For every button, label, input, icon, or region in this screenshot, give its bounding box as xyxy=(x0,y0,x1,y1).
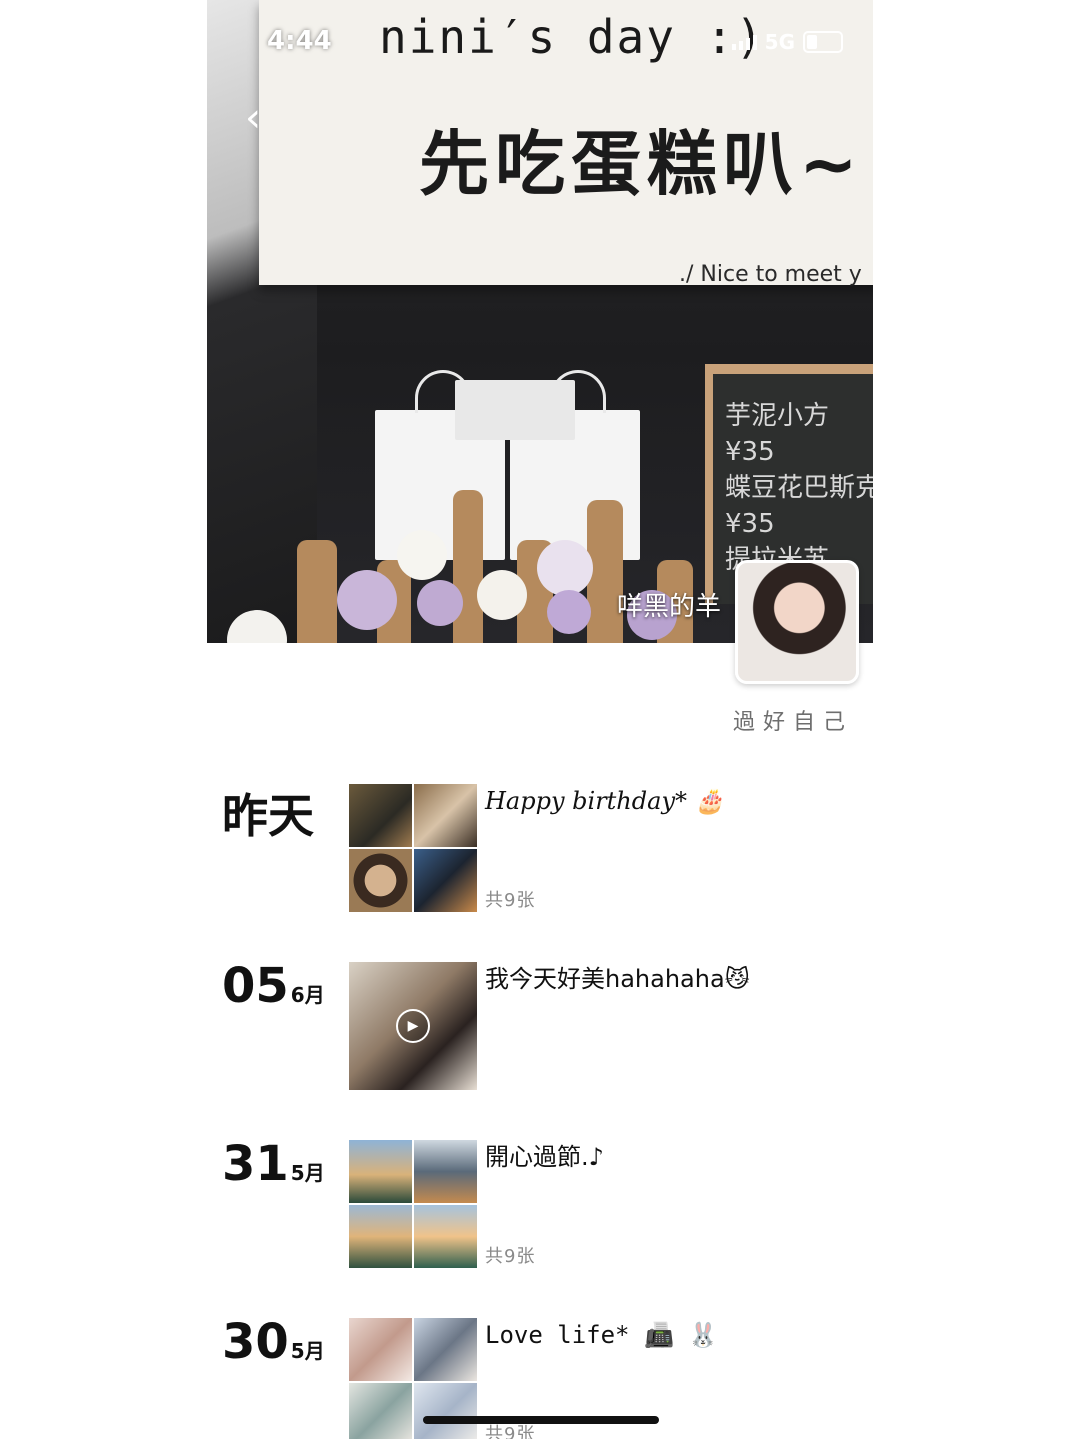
entry-date: 05 6月 xyxy=(222,958,325,1014)
play-icon[interactable]: ▶ xyxy=(396,1009,430,1043)
photo-thumbnail[interactable] xyxy=(414,1318,477,1381)
photo-thumbnail[interactable] xyxy=(349,1383,412,1439)
flower xyxy=(397,530,447,580)
video-thumbnail[interactable]: ▶ xyxy=(349,962,477,1090)
photo-thumbnail[interactable] xyxy=(414,1140,477,1203)
photo-count: 共9张 xyxy=(485,1246,536,1267)
entry-caption: Happy birthday* 🎂 xyxy=(485,787,725,815)
flower xyxy=(547,590,591,634)
entry-month: 5月 xyxy=(290,1339,325,1363)
entry-date: 30 5月 xyxy=(222,1314,325,1370)
entry-date: 31 5月 xyxy=(222,1136,325,1192)
banner-text: 先吃蛋糕叭~ xyxy=(419,123,864,205)
photo-thumbnail[interactable] xyxy=(349,1318,412,1381)
back-icon[interactable]: ‹ xyxy=(231,96,275,140)
gift-bag xyxy=(455,380,575,440)
photo-thumbnail[interactable] xyxy=(414,1205,477,1268)
photo-thumbnail[interactable] xyxy=(349,1140,412,1203)
photo-thumbnail[interactable] xyxy=(414,784,477,847)
profile-page: nini′s day :) 先吃蛋糕叭~ ./ Nice to meet y 芋… xyxy=(207,0,873,1439)
status-time: 4:44 xyxy=(267,26,332,56)
home-indicator[interactable] xyxy=(423,1416,659,1424)
photo-thumbnail[interactable] xyxy=(349,784,412,847)
photo-thumbnail[interactable] xyxy=(349,849,412,912)
entry-date: 昨天 xyxy=(222,789,314,843)
entry-month: 5月 xyxy=(290,1161,325,1185)
flower xyxy=(227,610,287,643)
network-type: 5G xyxy=(764,30,795,54)
profile-signature: 過好自己 xyxy=(732,710,853,735)
avatar[interactable] xyxy=(735,560,859,684)
photo-thumbnail[interactable] xyxy=(414,1383,477,1439)
photo-grid[interactable] xyxy=(349,784,477,912)
flower xyxy=(477,570,527,620)
entry-day: 30 xyxy=(222,1314,289,1370)
photo-count: 共9张 xyxy=(485,890,536,911)
photo-thumbnail[interactable] xyxy=(349,1205,412,1268)
entry-caption: 我今天好美hahahaha😼 xyxy=(485,965,750,993)
chalkboard-text: 芋泥小方 ¥35 蝶豆花巴斯克 ¥35 提拉米苏 xyxy=(725,401,873,575)
banner-title: nini′s day :) xyxy=(379,10,766,64)
entry-day: 31 xyxy=(222,1136,289,1192)
entry-caption: 開心過節.♪ xyxy=(485,1143,604,1171)
flower xyxy=(537,540,593,596)
entry-caption: Love life* 📠 🐰 xyxy=(485,1321,719,1349)
cake-stand xyxy=(453,490,483,643)
username: 咩黑的羊 xyxy=(616,592,721,622)
battery-icon xyxy=(803,31,843,53)
entry-day: 05 xyxy=(222,958,289,1014)
flower xyxy=(337,570,397,630)
cake-stand xyxy=(297,540,337,643)
banner-subtext: ./ Nice to meet y xyxy=(679,262,862,287)
status-indicators: 5G xyxy=(731,30,843,54)
photo-grid[interactable] xyxy=(349,1140,477,1268)
flower xyxy=(417,580,463,626)
entry-month: 6月 xyxy=(290,983,325,1007)
signal-icon xyxy=(731,34,757,50)
profile-cover-photo[interactable]: nini′s day :) 先吃蛋糕叭~ ./ Nice to meet y 芋… xyxy=(207,0,873,643)
photo-thumbnail[interactable] xyxy=(414,849,477,912)
